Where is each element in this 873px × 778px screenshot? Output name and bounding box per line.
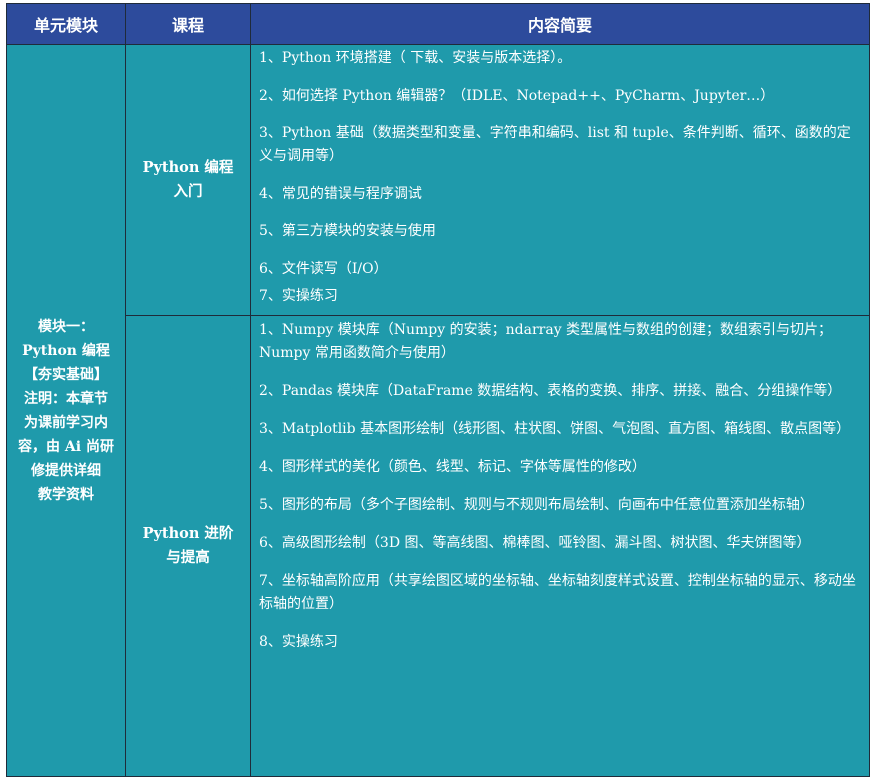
content-item: 3、Python 基础（数据类型和变量、字符串和编码、list 和 tuple、… — [259, 125, 851, 164]
content-item: 8、实操练习 — [259, 634, 338, 650]
content-cell-intro: 1、Python 环境搭建（ 下载、安装与版本选择）。 2、如何选择 Pytho… — [250, 44, 870, 316]
header-content: 内容简要 — [250, 3, 870, 45]
content-item: 7、实操练习 — [259, 288, 338, 304]
course-title-advanced: Python 进阶与提高 — [125, 315, 251, 777]
course-row-advanced: Python 进阶与提高 1、Numpy 模块库（Numpy 的安装；ndarr… — [7, 315, 870, 777]
content-item: 1、Python 环境搭建（ 下载、安装与版本选择）。 — [259, 50, 572, 66]
content-item: 6、高级图形绘制（3D 图、等高线图、棉棒图、哑铃图、漏斗图、树状图、华夫饼图等… — [259, 535, 811, 551]
content-item: 4、常见的错误与程序调试 — [259, 186, 422, 202]
syllabus-table: 单元模块 课程 内容简要 模块一： Python 编程 【夯实基础】 注明：本章… — [6, 3, 870, 777]
content-item: 2、Pandas 模块库（DataFrame 数据结构、表格的变换、排序、拼接、… — [259, 383, 842, 399]
module-line: Python 编程 — [22, 342, 110, 359]
header-module: 单元模块 — [6, 3, 126, 45]
module-line: 为课前学习内 — [24, 414, 108, 431]
module-line: 修提供详细 — [31, 462, 101, 479]
header-row: 单元模块 课程 内容简要 — [6, 3, 870, 45]
content-item: 5、第三方模块的安装与使用 — [259, 223, 436, 239]
content-item: 7、坐标轴高阶应用（共享绘图区域的坐标轴、坐标轴刻度样式设置、控制坐标轴的显示、… — [259, 573, 856, 612]
content-item: 6、文件读写（I/O） — [259, 261, 388, 277]
course-title-intro: Python 编程入门 — [125, 44, 251, 316]
module-line: 容，由 Ai 尚研 — [18, 438, 114, 455]
module-cell: 模块一： Python 编程 【夯实基础】 注明：本章节 为课前学习内 容，由 … — [6, 44, 126, 777]
module-line: 【夯实基础】 — [24, 366, 108, 383]
module-line: 注明：本章节 — [24, 390, 108, 407]
course-row-intro: 模块一： Python 编程 【夯实基础】 注明：本章节 为课前学习内 容，由 … — [6, 44, 870, 777]
content-item: 1、Numpy 模块库（Numpy 的安装；ndarray 类型属性与数组的创建… — [259, 322, 833, 361]
header-course: 课程 — [125, 3, 251, 45]
content-cell-advanced: 1、Numpy 模块库（Numpy 的安装；ndarray 类型属性与数组的创建… — [250, 315, 870, 777]
content-item: 2、如何选择 Python 编辑器？（IDLE、Notepad++、PyChar… — [259, 88, 775, 104]
content-item: 3、Matplotlib 基本图形绘制（线形图、柱状图、饼图、气泡图、直方图、箱… — [259, 421, 851, 437]
module-line: 教学资料 — [38, 486, 94, 503]
content-item: 5、图形的布局（多个子图绘制、规则与不规则布局绘制、向画布中任意位置添加坐标轴） — [259, 497, 814, 513]
module-line: 模块一： — [38, 318, 94, 335]
content-item: 4、图形样式的美化（颜色、线型、标记、字体等属性的修改） — [259, 459, 646, 475]
